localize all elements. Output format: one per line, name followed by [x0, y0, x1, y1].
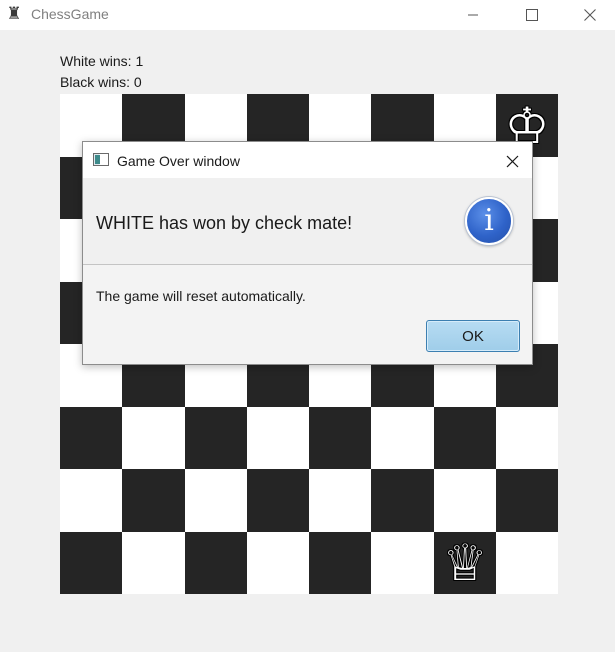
- board-square[interactable]: [309, 469, 371, 532]
- board-square[interactable]: [185, 532, 247, 594]
- maximize-icon: [526, 9, 538, 21]
- ok-button[interactable]: OK: [426, 320, 520, 352]
- game-over-dialog: Game Over window WHITE has won by check …: [82, 141, 533, 365]
- close-button[interactable]: [567, 0, 613, 30]
- window-title: ChessGame: [31, 6, 109, 22]
- dialog-titlebar: Game Over window: [83, 142, 532, 178]
- board-square[interactable]: [247, 407, 309, 469]
- board-square[interactable]: [434, 469, 496, 532]
- board-square[interactable]: [60, 407, 122, 469]
- dialog-title: Game Over window: [117, 153, 240, 169]
- info-icon: i: [465, 197, 513, 245]
- board-square[interactable]: [309, 532, 371, 594]
- white-queen-icon[interactable]: ♕: [443, 538, 488, 588]
- board-square[interactable]: [185, 469, 247, 532]
- board-square[interactable]: [371, 532, 434, 594]
- board-square[interactable]: [247, 469, 309, 532]
- board-square[interactable]: [122, 407, 185, 469]
- board-square[interactable]: [247, 532, 309, 594]
- board-square[interactable]: ♕: [434, 532, 496, 594]
- board-square[interactable]: [371, 407, 434, 469]
- board-square[interactable]: [434, 407, 496, 469]
- minimize-icon: [468, 14, 478, 16]
- board-square[interactable]: [60, 469, 122, 532]
- board-square[interactable]: [496, 532, 558, 594]
- white-wins-label: White wins: 1: [60, 53, 144, 69]
- window-app-icon: [93, 153, 109, 166]
- dialog-content-text: The game will reset automatically.: [96, 288, 306, 304]
- close-icon: [584, 9, 596, 21]
- close-icon: [506, 155, 518, 167]
- dialog-close-button[interactable]: [497, 150, 527, 172]
- board-square[interactable]: [122, 532, 185, 594]
- board-square[interactable]: [309, 407, 371, 469]
- dialog-headline: WHITE has won by check mate!: [96, 213, 353, 233]
- board-square[interactable]: [122, 469, 185, 532]
- board-square[interactable]: [496, 469, 558, 532]
- board-square[interactable]: [185, 407, 247, 469]
- rook-icon: ♜: [6, 4, 22, 24]
- board-square[interactable]: [371, 469, 434, 532]
- dialog-header: WHITE has won by check mate! i: [83, 178, 532, 265]
- board-square[interactable]: [60, 532, 122, 594]
- black-wins-label: Black wins: 0: [60, 74, 142, 90]
- board-square[interactable]: [496, 407, 558, 469]
- window-titlebar: ♜ ChessGame: [0, 0, 615, 30]
- minimize-button[interactable]: [450, 0, 496, 30]
- maximize-button[interactable]: [509, 0, 555, 30]
